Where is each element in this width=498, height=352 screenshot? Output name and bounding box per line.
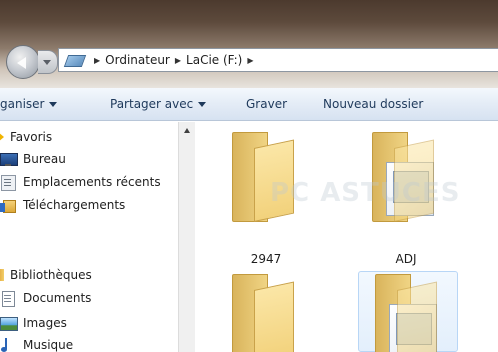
- chevron-down-icon: [49, 102, 58, 107]
- folder-item[interactable]: 2947: [216, 128, 316, 268]
- sidebar-scrollbar[interactable]: [178, 122, 195, 352]
- file-list: 2947 ADJ: [196, 122, 498, 352]
- sidebar-item-libraries[interactable]: Bibliothèques: [0, 264, 92, 286]
- breadcrumb-drive[interactable]: LaCie (F:): [186, 53, 242, 67]
- folder-icon: [232, 274, 294, 352]
- downloads-icon: [0, 198, 16, 213]
- sidebar-item-pictures[interactable]: Images: [0, 312, 67, 334]
- new-folder-button[interactable]: Nouveau dossier: [323, 97, 423, 111]
- sidebar-item-label: Bibliothèques: [10, 268, 92, 282]
- star-icon: [0, 130, 6, 144]
- share-with-label: Partager avec: [110, 97, 194, 111]
- breadcrumb-arrow-icon[interactable]: ▶: [175, 56, 181, 65]
- sidebar-item-label: Images: [23, 316, 67, 330]
- folder-icon: [372, 132, 434, 222]
- sidebar-item-label: Favoris: [10, 130, 53, 144]
- sidebar-item-music[interactable]: Musique: [0, 334, 73, 352]
- computer-path-icon: [65, 53, 83, 67]
- scroll-up-arrow-icon[interactable]: [179, 122, 195, 139]
- chevron-down-icon: [198, 102, 207, 107]
- desktop-icon: [0, 152, 18, 166]
- documents-icon: [0, 291, 16, 307]
- pictures-icon: [0, 316, 18, 331]
- sidebar-item-downloads[interactable]: Téléchargements: [0, 194, 125, 216]
- organize-label: ganiser: [0, 97, 45, 111]
- organize-button[interactable]: ganiser: [0, 97, 58, 111]
- back-button[interactable]: [6, 45, 40, 79]
- breadcrumb-arrow-icon[interactable]: ▶: [94, 56, 100, 65]
- folder-item-selected[interactable]: [358, 271, 458, 352]
- sidebar-item-desktop[interactable]: Bureau: [0, 148, 66, 170]
- sidebar-item-label: Musique: [23, 338, 74, 352]
- sidebar-item-label: Bureau: [23, 152, 66, 166]
- command-toolbar: ganiser Partager avec Graver Nouveau dos…: [0, 88, 498, 121]
- sidebar-item-favorites[interactable]: Favoris: [0, 126, 52, 148]
- sidebar-item-label: Emplacements récents: [23, 175, 161, 189]
- folder-name: ADJ: [395, 252, 417, 266]
- folder-item[interactable]: ADJ: [356, 128, 456, 268]
- folder-icon: [232, 132, 294, 222]
- recent-places-icon: [0, 175, 16, 191]
- address-bar[interactable]: ▶ Ordinateur ▶ LaCie (F:) ▶: [58, 48, 498, 72]
- breadcrumb-arrow-icon[interactable]: ▶: [247, 56, 253, 65]
- music-icon: [0, 338, 16, 352]
- folder-name: 2947: [250, 252, 282, 266]
- folder-icon: [375, 274, 437, 352]
- navigation-pane: Favoris Bureau Emplacements récents Télé…: [0, 122, 178, 352]
- sidebar-item-label: Documents: [23, 291, 92, 305]
- share-with-button[interactable]: Partager avec: [110, 97, 207, 111]
- breadcrumb-computer[interactable]: Ordinateur: [105, 53, 170, 67]
- window-title-area: ▶ Ordinateur ▶ LaCie (F:) ▶: [0, 0, 498, 88]
- sidebar-item-recent-places[interactable]: Emplacements récents: [0, 171, 161, 193]
- burn-button[interactable]: Graver: [246, 97, 287, 111]
- sidebar-item-documents[interactable]: Documents: [0, 287, 91, 309]
- libraries-icon: [0, 268, 6, 282]
- recent-pages-dropdown[interactable]: [38, 50, 58, 74]
- sidebar-item-label: Téléchargements: [23, 198, 126, 212]
- folder-item[interactable]: [216, 272, 316, 352]
